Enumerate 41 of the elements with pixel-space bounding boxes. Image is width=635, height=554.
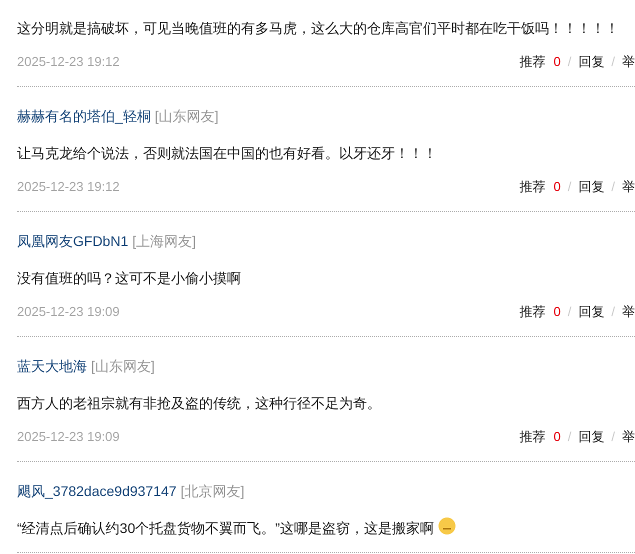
comment-text: 西方人的老祖宗就有非抢及盗的传统，这种行径不足为奇。 (17, 394, 381, 412)
separator: / (611, 53, 615, 72)
comment-date: 2025-12-23 19:12 (17, 53, 120, 72)
reply-link[interactable]: 回复 (578, 302, 604, 322)
comment-text: “经清点后确认约30个托盘货物不翼而飞。”这哪是盗窃，这是搬家啊 (17, 518, 434, 538)
username-link[interactable]: 凤凰网友GFDbN1 (17, 230, 128, 252)
comment-text: 这分明就是搞破坏，可见当晚值班的有多马虎，这么大的仓库高官们平时都在吃干饭吗！！！！！ (17, 18, 619, 38)
recommend-count: 0 (554, 178, 561, 196)
comment-date: 2025-12-23 19:12 (17, 178, 120, 196)
comment-text: 没有值班的吗？这可不是小偷小摸啊 (17, 268, 241, 288)
username-link[interactable]: 赫赫有名的塔伯_轻桐 (17, 106, 151, 126)
comment-date: 2025-12-23 19:09 (17, 428, 120, 446)
reply-link[interactable]: 回复 (578, 427, 604, 447)
username-link[interactable]: 蓝天大地海 (17, 356, 87, 376)
username-link[interactable]: 飓风_3782dace9d937147 (17, 480, 177, 502)
location-label: [山东网友] (154, 106, 219, 126)
reply-link[interactable]: 回复 (578, 52, 604, 72)
separator: / (568, 53, 572, 72)
comment-date: 2025-12-23 19:09 (17, 303, 120, 322)
separator: / (611, 178, 615, 196)
report-link[interactable]: 举 (622, 177, 635, 197)
separator: / (568, 178, 572, 196)
report-link[interactable]: 举 (622, 302, 635, 322)
separator: / (611, 303, 615, 322)
location-label: [北京网友] (180, 482, 244, 501)
recommend-link[interactable]: 推荐 (520, 177, 546, 197)
location-label: [山东网友] (91, 356, 155, 376)
report-link[interactable]: 举 (622, 52, 635, 72)
recommend-link[interactable]: 推荐 (520, 52, 546, 72)
separator: / (568, 303, 572, 322)
recommend-count: 0 (554, 428, 561, 446)
reply-link[interactable]: 回复 (578, 177, 604, 197)
recommend-link[interactable]: 推荐 (520, 302, 546, 322)
report-link[interactable]: 举 (622, 427, 635, 447)
comment-text: 让马克龙给个说法，否则就法国在中国的也有好看。以牙还牙！！！ (17, 144, 437, 162)
location-label: [上海网友] (132, 232, 196, 251)
recommend-count: 0 (554, 303, 561, 322)
recommend-count: 0 (554, 53, 561, 72)
recommend-link[interactable]: 推荐 (520, 427, 546, 447)
separator: / (568, 428, 572, 446)
separator: / (611, 428, 615, 446)
